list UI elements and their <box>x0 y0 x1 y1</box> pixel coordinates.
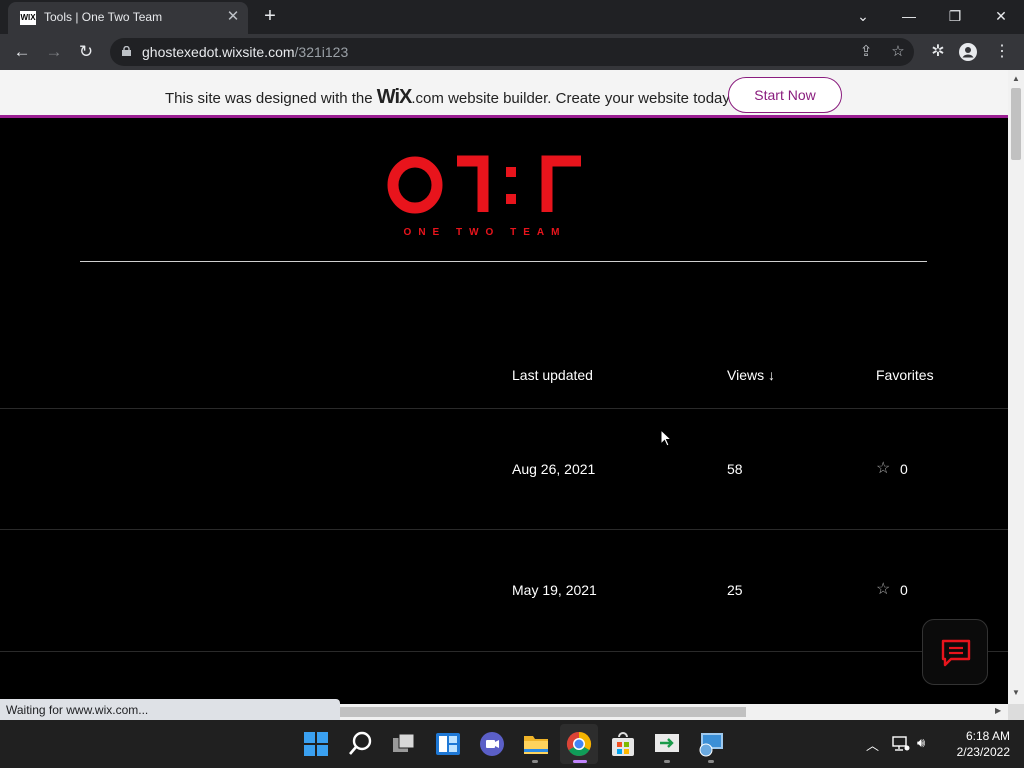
new-tab-icon[interactable]: + <box>258 5 282 29</box>
col-last-updated[interactable]: Last updated <box>512 367 593 383</box>
start-now-button[interactable]: Start Now <box>728 77 842 113</box>
teams-chat-icon[interactable] <box>478 730 506 758</box>
network-app-icon[interactable] <box>697 730 725 758</box>
menu-kebab-icon[interactable]: ⋮ <box>990 40 1014 64</box>
scroll-down-icon[interactable]: ▼ <box>1008 688 1024 697</box>
favorite-star-icon[interactable]: ☆ <box>876 458 890 478</box>
col-views[interactable]: Views ↓ <box>727 367 775 383</box>
row-favorites: 0 <box>900 582 908 598</box>
row-divider <box>0 651 1008 652</box>
active-indicator <box>573 760 587 763</box>
row-favorites: 0 <box>900 461 908 477</box>
bookmark-star-icon[interactable]: ☆ <box>888 42 908 60</box>
favorite-star-icon[interactable]: ☆ <box>876 579 890 599</box>
address-bar[interactable]: ghostexedot.wixsite.com/321i123 ⇪ ☆ <box>110 38 914 66</box>
horizontal-scroll-thumb[interactable] <box>340 707 746 717</box>
svg-text:ONE TWO TEAM: ONE TWO TEAM <box>404 227 567 238</box>
tab-close-icon[interactable]: ✕ <box>224 8 242 26</box>
wix-promo-text: This site was designed with the WiX.com … <box>165 86 733 108</box>
row-updated: May 19, 2021 <box>512 582 597 598</box>
forward-icon[interactable]: → <box>42 40 66 64</box>
extensions-icon[interactable]: ✲ <box>926 40 950 64</box>
windows-taskbar: ︿ 🔊︎ 6:18 AM 2/23/2022 <box>0 720 1024 768</box>
minimize-icon[interactable]: — <box>894 5 924 27</box>
running-indicator <box>532 760 538 763</box>
tab-strip: WIX Tools | One Two Team ✕ + ⌄ — ❐ ✕ <box>0 0 1024 34</box>
restore-icon[interactable]: ❐ <box>940 5 970 27</box>
col-favorites[interactable]: Favorites <box>876 367 934 383</box>
file-explorer-icon[interactable] <box>522 730 550 758</box>
running-indicator <box>664 760 670 763</box>
sort-desc-icon: ↓ <box>767 367 775 383</box>
task-view-icon[interactable] <box>390 730 418 758</box>
search-icon[interactable] <box>346 730 374 758</box>
profile-icon[interactable] <box>958 42 978 62</box>
clock-date: 2/23/2022 <box>956 745 1010 759</box>
mouse-cursor-icon <box>660 429 673 447</box>
scroll-up-icon[interactable]: ▲ <box>1008 74 1024 83</box>
browser-toolbar: ← → ↻ ghostexedot.wixsite.com/321i123 ⇪ … <box>0 34 1024 70</box>
tab-title: Tools | One Two Team <box>44 10 163 24</box>
share-icon[interactable]: ⇪ <box>856 42 876 60</box>
system-clock[interactable]: 6:18 AM 2/23/2022 <box>940 728 1010 760</box>
page-viewport: This site was designed with the WiX.com … <box>0 70 1008 704</box>
widgets-icon[interactable] <box>434 730 462 758</box>
vertical-scroll-thumb[interactable] <box>1011 88 1021 160</box>
chrome-icon[interactable] <box>565 730 593 758</box>
remote-app-icon[interactable] <box>653 730 681 758</box>
start-windows-icon[interactable] <box>302 730 330 758</box>
wix-logo: WiX <box>376 86 413 108</box>
store-icon[interactable] <box>609 730 637 758</box>
header-divider <box>80 261 927 262</box>
chat-icon <box>941 639 971 667</box>
lock-icon <box>122 46 131 56</box>
volume-icon[interactable]: 🔊︎ <box>917 735 925 751</box>
wix-favicon-icon: WIX <box>20 11 36 25</box>
reload-icon[interactable]: ↻ <box>74 40 98 64</box>
close-window-icon[interactable]: ✕ <box>986 5 1016 27</box>
scrollbar-corner <box>1008 704 1024 720</box>
wix-promo-banner: This site was designed with the WiX.com … <box>0 70 1008 118</box>
scroll-right-icon[interactable]: ▶ <box>995 706 1001 715</box>
running-indicator <box>708 760 714 763</box>
chat-button[interactable] <box>922 619 988 685</box>
row-updated: Aug 26, 2021 <box>512 461 596 477</box>
row-views: 25 <box>727 582 743 598</box>
row-divider <box>0 408 1008 409</box>
network-status-icon[interactable] <box>892 736 910 752</box>
browser-tab[interactable]: WIX Tools | One Two Team ✕ <box>8 2 248 34</box>
clock-time: 6:18 AM <box>965 729 1010 743</box>
tab-search-icon[interactable]: ⌄ <box>848 5 878 27</box>
vertical-scrollbar[interactable]: ▲ ▼ <box>1008 70 1024 704</box>
back-icon[interactable]: ← <box>10 40 34 64</box>
show-hidden-icons-icon[interactable]: ︿ <box>866 735 879 754</box>
row-divider <box>0 529 1008 530</box>
status-bubble: Waiting for www.wix.com... <box>0 699 340 721</box>
row-views: 58 <box>727 461 743 477</box>
url-text: ghostexedot.wixsite.com/321i123 <box>142 44 349 60</box>
site-logo[interactable]: ONE TWO TEAM <box>385 150 590 240</box>
